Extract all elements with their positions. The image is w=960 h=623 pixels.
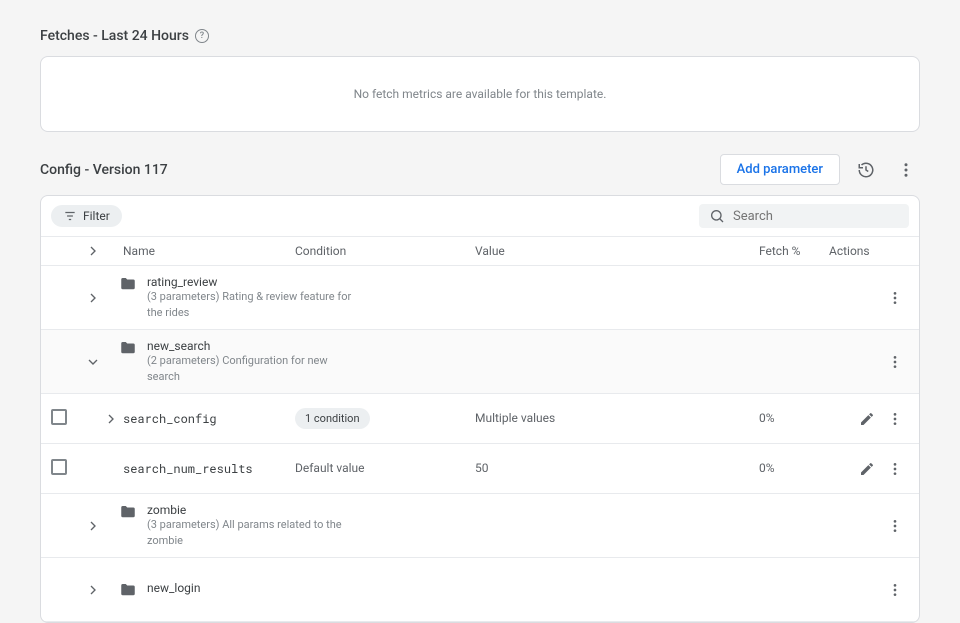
value-text: 50 [475, 461, 489, 475]
folder-icon [119, 275, 137, 293]
more-icon[interactable] [892, 156, 920, 184]
condition-chip: 1 condition [295, 408, 370, 429]
filter-label: Filter [83, 209, 110, 223]
config-title: Config - Version 117 [40, 162, 168, 178]
folder-icon [119, 581, 137, 599]
fetches-title-text: Fetches - Last 24 Hours [40, 28, 189, 44]
col-condition: Condition [295, 244, 475, 258]
config-table: Filter Name Condition Value Fetch % Acti… [40, 195, 920, 623]
group-name: rating_review [147, 275, 357, 289]
row-more-icon[interactable] [887, 411, 903, 427]
search-input[interactable] [733, 209, 899, 224]
edit-icon[interactable] [859, 411, 875, 427]
chevron-right-icon[interactable] [85, 518, 101, 534]
group-desc: (3 parameters) All params related to the… [147, 517, 357, 548]
col-name: Name [119, 244, 295, 258]
add-parameter-button[interactable]: Add parameter [720, 154, 840, 185]
group-row[interactable]: rating_review(3 parameters) Rating & rev… [41, 266, 919, 330]
filter-button[interactable]: Filter [51, 205, 122, 227]
row-more-icon[interactable] [887, 518, 903, 534]
chevron-right-icon[interactable] [85, 290, 101, 306]
add-parameter-label: Add parameter [737, 162, 823, 177]
chevron-down-icon[interactable] [85, 354, 101, 370]
row-more-icon[interactable] [887, 354, 903, 370]
row-more-icon[interactable] [887, 461, 903, 477]
folder-icon [119, 503, 137, 521]
col-actions: Actions [829, 244, 909, 258]
row-checkbox[interactable] [51, 459, 67, 475]
param-name: search_config [123, 411, 217, 427]
fetches-empty-message: No fetch metrics are available for this … [354, 87, 607, 101]
edit-icon[interactable] [859, 461, 875, 477]
row-more-icon[interactable] [887, 582, 903, 598]
condition-text: Default value [295, 461, 365, 475]
chevron-right-icon[interactable] [103, 411, 119, 427]
help-icon[interactable]: ? [195, 29, 209, 43]
col-fetch: Fetch % [759, 244, 829, 258]
param-row[interactable]: search_num_results Default value 50 0% [41, 444, 919, 494]
chevron-right-icon[interactable] [85, 582, 101, 598]
group-desc: (3 parameters) Rating & review feature f… [147, 289, 357, 320]
group-desc: (2 parameters) Configuration for new sea… [147, 353, 357, 384]
param-name: search_num_results [123, 461, 253, 477]
group-row[interactable]: new_login [41, 558, 919, 622]
table-header: Name Condition Value Fetch % Actions [41, 236, 919, 266]
fetches-title: Fetches - Last 24 Hours ? [40, 28, 920, 44]
fetch-text: 0% [759, 461, 775, 475]
col-value: Value [475, 244, 759, 258]
param-row[interactable]: search_config 1 condition Multiple values 0… [41, 394, 919, 444]
group-name: new_search [147, 339, 357, 353]
history-icon[interactable] [852, 156, 880, 184]
search-box[interactable] [699, 204, 909, 228]
search-icon [709, 208, 725, 224]
fetches-empty-card: No fetch metrics are available for this … [40, 56, 920, 132]
folder-icon [119, 339, 137, 357]
group-name: zombie [147, 503, 357, 517]
group-row[interactable]: new_search(2 parameters) Configuration f… [41, 330, 919, 394]
chevron-right-icon[interactable] [85, 243, 101, 259]
config-title-text: Config - Version 117 [40, 162, 168, 178]
row-more-icon[interactable] [887, 290, 903, 306]
row-checkbox[interactable] [51, 409, 67, 425]
fetch-text: 0% [759, 411, 775, 425]
group-row[interactable]: zombie(3 parameters) All params related … [41, 494, 919, 558]
value-text: Multiple values [475, 411, 555, 425]
group-name: new_login [147, 581, 200, 595]
